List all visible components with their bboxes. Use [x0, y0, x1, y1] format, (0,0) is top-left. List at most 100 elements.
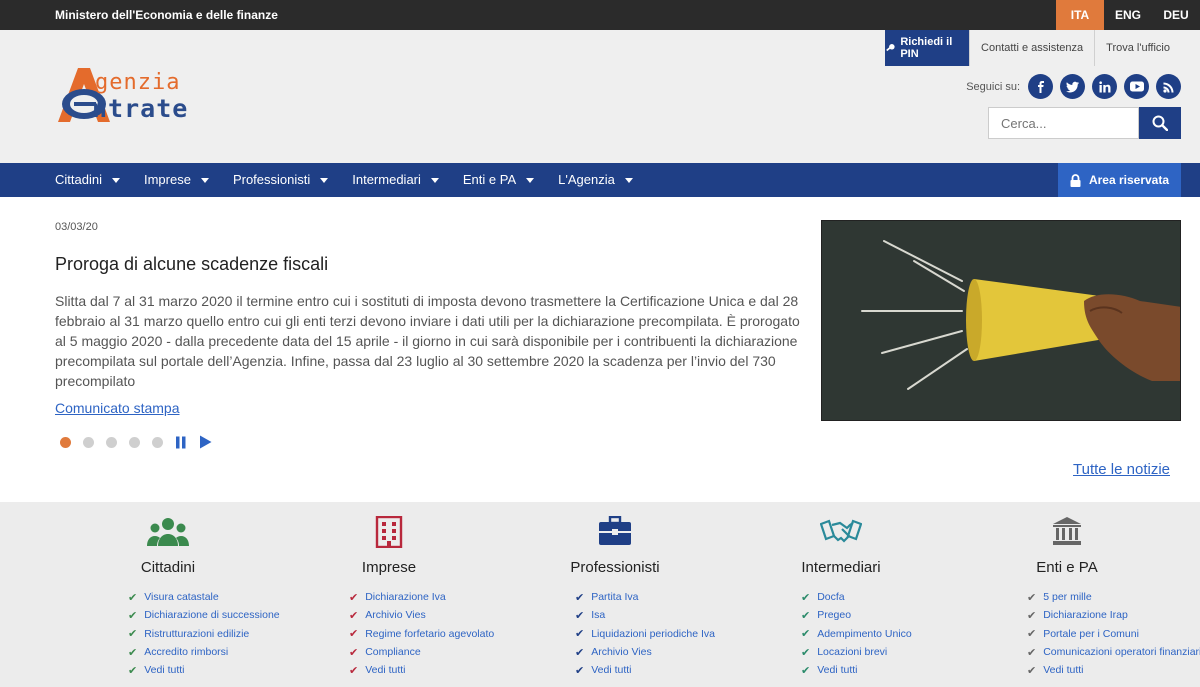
check-icon: ✔: [128, 591, 138, 604]
link-label: Vedi tutti: [1043, 664, 1084, 677]
link-label: Archivio Vies: [591, 646, 652, 659]
category-title[interactable]: Cittadini: [55, 559, 281, 576]
list-item[interactable]: ✔ Partita Iva: [575, 588, 715, 606]
youtube-icon[interactable]: [1124, 74, 1149, 99]
list-item[interactable]: ✔ 5 per mille: [1027, 588, 1200, 606]
area-riservata-button[interactable]: Area riservata: [1058, 163, 1181, 197]
list-item[interactable]: ✔ Locazioni brevi: [801, 643, 912, 661]
list-item[interactable]: ✔ Isa: [575, 606, 715, 624]
check-icon: ✔: [349, 664, 359, 677]
list-item[interactable]: ✔ Docfa: [801, 588, 912, 606]
link-label: Isa: [591, 609, 606, 622]
list-item[interactable]: ✔ Pregeo: [801, 606, 912, 624]
search-icon: [1152, 115, 1168, 131]
list-item[interactable]: ✔ Dichiarazione Irap: [1027, 606, 1200, 624]
category-title[interactable]: Enti e PA: [954, 559, 1180, 576]
list-item[interactable]: ✔ Portale per i Comuni: [1027, 625, 1200, 643]
caret-down-icon: [526, 177, 535, 183]
category-title[interactable]: Intermediari: [728, 559, 954, 576]
carousel-dot[interactable]: [152, 436, 163, 448]
carousel-dot[interactable]: [60, 436, 71, 448]
main-nav: Cittadini Imprese Professionisti Interme…: [0, 163, 1200, 197]
people-icon: [55, 516, 281, 550]
search-input[interactable]: [988, 107, 1139, 139]
link-label: Vedi tutti: [365, 664, 406, 677]
check-icon: ✔: [128, 664, 138, 677]
list-item[interactable]: ✔ Vedi tutti: [575, 661, 715, 679]
check-icon: ✔: [128, 628, 138, 641]
list-item[interactable]: ✔ Accredito rimborsi: [128, 643, 280, 661]
contacts-link[interactable]: Contatti e assistenza: [969, 30, 1094, 66]
list-item[interactable]: ✔ Ristrutturazioni edilizie: [128, 625, 280, 643]
news-body: Slitta dal 7 al 31 marzo 2020 il termine…: [55, 293, 800, 389]
list-item[interactable]: ✔ Vedi tutti: [128, 661, 280, 679]
check-icon: ✔: [575, 628, 585, 641]
follow-label: Seguici su:: [966, 80, 1020, 93]
all-news-link[interactable]: Tutte le notizie: [1073, 461, 1170, 478]
nav-item-agenzia[interactable]: L'Agenzia: [558, 163, 633, 197]
list-item[interactable]: ✔ Comunicazioni operatori finanziari: [1027, 643, 1200, 661]
agenzia-entrate-logo[interactable]: genzia ntrate: [52, 64, 252, 126]
nav-item-intermediari[interactable]: Intermediari: [352, 163, 439, 197]
area-riservata-label: Area riservata: [1088, 173, 1170, 187]
pause-icon[interactable]: [175, 436, 187, 449]
check-icon: ✔: [1027, 591, 1037, 604]
category-title[interactable]: Professionisti: [502, 559, 728, 576]
nav-item-cittadini[interactable]: Cittadini: [55, 163, 120, 197]
category-title[interactable]: Imprese: [276, 559, 502, 576]
check-icon: ✔: [349, 591, 359, 604]
twitter-icon[interactable]: [1060, 74, 1085, 99]
list-item[interactable]: ✔ Visura catastale: [128, 588, 280, 606]
lang-ita[interactable]: ITA: [1056, 0, 1104, 30]
linkedin-icon[interactable]: [1092, 74, 1117, 99]
nav-item-professionisti[interactable]: Professionisti: [233, 163, 329, 197]
link-label: Accredito rimborsi: [144, 646, 229, 659]
pin-button[interactable]: Richiedi il PIN: [885, 30, 970, 66]
carousel-dot[interactable]: [106, 436, 117, 448]
list-item[interactable]: ✔ Dichiarazione Iva: [349, 588, 494, 606]
list-item[interactable]: ✔ Vedi tutti: [349, 661, 494, 679]
social-links: Seguici su:: [966, 74, 1181, 99]
list-item[interactable]: ✔ Archivio Vies: [349, 606, 494, 624]
caret-down-icon: [200, 177, 209, 183]
press-release-link[interactable]: Comunicato stampa: [55, 400, 180, 416]
link-label: Archivio Vies: [365, 609, 426, 622]
rss-icon[interactable]: [1156, 74, 1181, 99]
news-title[interactable]: Proroga di alcune scadenze fiscali: [55, 254, 328, 275]
check-icon: ✔: [1027, 628, 1037, 641]
link-label: Dichiarazione di successione: [144, 609, 280, 622]
carousel-dot[interactable]: [83, 436, 94, 448]
link-label: Portale per i Comuni: [1043, 627, 1139, 640]
lang-eng[interactable]: ENG: [1104, 0, 1152, 30]
search-button[interactable]: [1139, 107, 1181, 139]
facebook-icon[interactable]: [1028, 74, 1053, 99]
list-item[interactable]: ✔ Adempimento Unico: [801, 625, 912, 643]
category-section: Cittadini ✔ Visura catastale ✔ Dichiarazio…: [0, 502, 1200, 687]
list-item[interactable]: ✔ Archivio Vies: [575, 643, 715, 661]
list-item[interactable]: ✔ Liquidazioni periodiche Iva: [575, 625, 715, 643]
institution-icon: [954, 516, 1180, 550]
link-label: Regime forfetario agevolato: [365, 627, 495, 640]
check-icon: ✔: [801, 591, 811, 604]
link-label: Vedi tutti: [144, 664, 185, 677]
list-item[interactable]: ✔ Vedi tutti: [1027, 661, 1200, 679]
nav-item-enti-pa[interactable]: Enti e PA: [462, 163, 535, 197]
ministry-link[interactable]: Ministero dell'Economia e delle finanze: [55, 8, 278, 22]
list-item[interactable]: ✔ Compliance: [349, 643, 494, 661]
list-item[interactable]: ✔ Regime forfetario agevolato: [349, 625, 494, 643]
list-item[interactable]: ✔ Dichiarazione di successione: [128, 606, 280, 624]
check-icon: ✔: [349, 628, 359, 641]
nav-item-imprese[interactable]: Imprese: [144, 163, 209, 197]
lang-deu[interactable]: DEU: [1152, 0, 1200, 30]
link-label: Adempimento Unico: [817, 627, 912, 640]
link-label: Dichiarazione Iva: [365, 591, 446, 604]
check-icon: ✔: [1027, 664, 1037, 677]
list-item[interactable]: ✔ Vedi tutti: [801, 661, 912, 679]
nav-label: Enti e PA: [462, 172, 517, 187]
find-office-link[interactable]: Trova l'ufficio: [1094, 30, 1181, 66]
site-header: genzia ntrate Richiedi il PIN Contatti e…: [0, 30, 1200, 163]
pin-label: Richiedi il PIN: [900, 36, 953, 60]
play-icon[interactable]: [199, 435, 212, 449]
check-icon: ✔: [575, 646, 585, 659]
carousel-dot[interactable]: [129, 436, 140, 448]
